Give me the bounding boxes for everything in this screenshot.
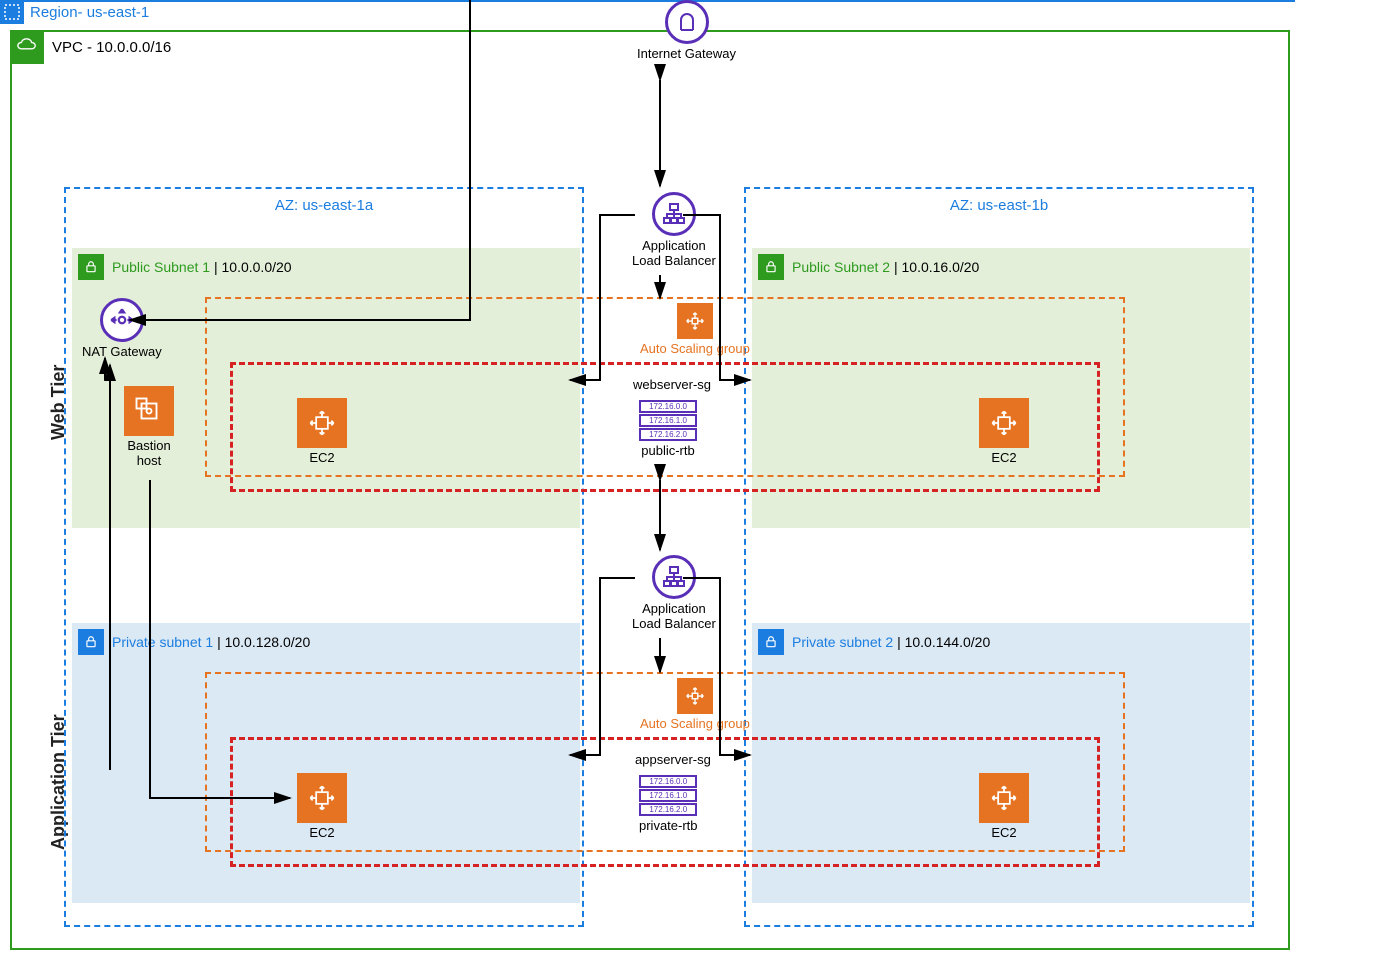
ec2-label: EC2: [309, 826, 334, 841]
public-rtb-node: 172.16.0.0 172.16.1.0 172.16.2.0 public-…: [639, 400, 697, 459]
ec2-label: EC2: [991, 451, 1016, 466]
lock-icon: [78, 629, 104, 655]
alb-label: Application Load Balancer: [632, 239, 716, 269]
asg-label: Auto Scaling group: [640, 717, 750, 732]
ec2-label: EC2: [309, 451, 334, 466]
ec2-web-b-node: EC2: [979, 398, 1029, 466]
region-icon: [0, 0, 24, 24]
internet-gateway-node: Internet Gateway: [637, 0, 736, 62]
sg-app-label: appserver-sg: [635, 753, 711, 768]
nat-icon: [100, 298, 144, 342]
vpc-header: VPC - 10.0.0.0/16: [10, 30, 171, 64]
subnet-header: Public Subnet 2 | 10.0.16.0/20: [758, 254, 979, 280]
route-table-icon: 172.16.0.0 172.16.1.0 172.16.2.0: [639, 400, 697, 441]
subnet-name: Public Subnet 2: [792, 259, 890, 275]
ec2-label: EC2: [991, 826, 1016, 841]
subnet-cidr: 10.0.128.0/20: [225, 634, 311, 650]
bastion-icon: [124, 386, 174, 436]
subnet-header: Private subnet 2 | 10.0.144.0/20: [758, 629, 990, 655]
ec2-icon: [979, 773, 1029, 823]
asg-label: Auto Scaling group: [640, 342, 750, 357]
rtb-label: public-rtb: [641, 444, 694, 459]
rtb-label: private-rtb: [639, 819, 698, 834]
nat-label: NAT Gateway: [82, 345, 162, 360]
region-header: Region- us-east-1: [0, 0, 149, 24]
region-label: Region- us-east-1: [30, 4, 149, 21]
alb-icon: [652, 192, 696, 236]
bastion-label: Bastion host: [127, 439, 170, 469]
bastion-node: Bastion host: [124, 386, 174, 469]
asg-icon: [677, 303, 713, 339]
subnet-name: Private subnet 2: [792, 634, 893, 650]
subnet-header: Private subnet 1 | 10.0.128.0/20: [78, 629, 310, 655]
alb-app-node: Application Load Balancer: [632, 555, 716, 632]
lock-icon: [758, 629, 784, 655]
asg-web-node: Auto Scaling group: [640, 303, 750, 357]
asg-icon: [677, 678, 713, 714]
ec2-web-a-node: EC2: [297, 398, 347, 466]
alb-web-node: Application Load Balancer: [632, 192, 716, 269]
igw-label: Internet Gateway: [637, 47, 736, 62]
sg-web-label-node: webserver-sg: [633, 378, 711, 393]
route-table-icon: 172.16.0.0 172.16.1.0 172.16.2.0: [639, 775, 697, 816]
lock-icon: [758, 254, 784, 280]
sg-web-label: webserver-sg: [633, 378, 711, 393]
lock-icon: [78, 254, 104, 280]
ec2-icon: [979, 398, 1029, 448]
architecture-diagram: Region- us-east-1 VPC - 10.0.0.0/16 Web …: [0, 0, 1400, 956]
ec2-app-b-node: EC2: [979, 773, 1029, 841]
az-a-label: AZ: us-east-1a: [66, 197, 582, 214]
ec2-app-a-node: EC2: [297, 773, 347, 841]
asg-app-node: Auto Scaling group: [640, 678, 750, 732]
subnet-cidr: 10.0.0.0/20: [222, 259, 292, 275]
subnet-title: Private subnet 2 | 10.0.144.0/20: [792, 634, 990, 650]
subnet-title: Public Subnet 2 | 10.0.16.0/20: [792, 259, 979, 275]
private-rtb-node: 172.16.0.0 172.16.1.0 172.16.2.0 private…: [639, 775, 698, 834]
alb-label: Application Load Balancer: [632, 602, 716, 632]
vpc-icon: [10, 30, 44, 64]
sg-app-label-node: appserver-sg: [635, 753, 711, 768]
alb-icon: [652, 555, 696, 599]
ec2-icon: [297, 398, 347, 448]
vpc-label: VPC - 10.0.0.0/16: [52, 39, 171, 56]
subnet-title: Public Subnet 1 | 10.0.0.0/20: [112, 259, 292, 275]
az-b-label: AZ: us-east-1b: [746, 197, 1252, 214]
subnet-name: Private subnet 1: [112, 634, 213, 650]
nat-gateway-node: NAT Gateway: [82, 298, 162, 360]
ec2-icon: [297, 773, 347, 823]
igw-icon: [665, 0, 709, 44]
subnet-header: Public Subnet 1 | 10.0.0.0/20: [78, 254, 292, 280]
subnet-cidr: 10.0.16.0/20: [902, 259, 980, 275]
subnet-cidr: 10.0.144.0/20: [905, 634, 991, 650]
subnet-name: Public Subnet 1: [112, 259, 210, 275]
subnet-title: Private subnet 1 | 10.0.128.0/20: [112, 634, 310, 650]
